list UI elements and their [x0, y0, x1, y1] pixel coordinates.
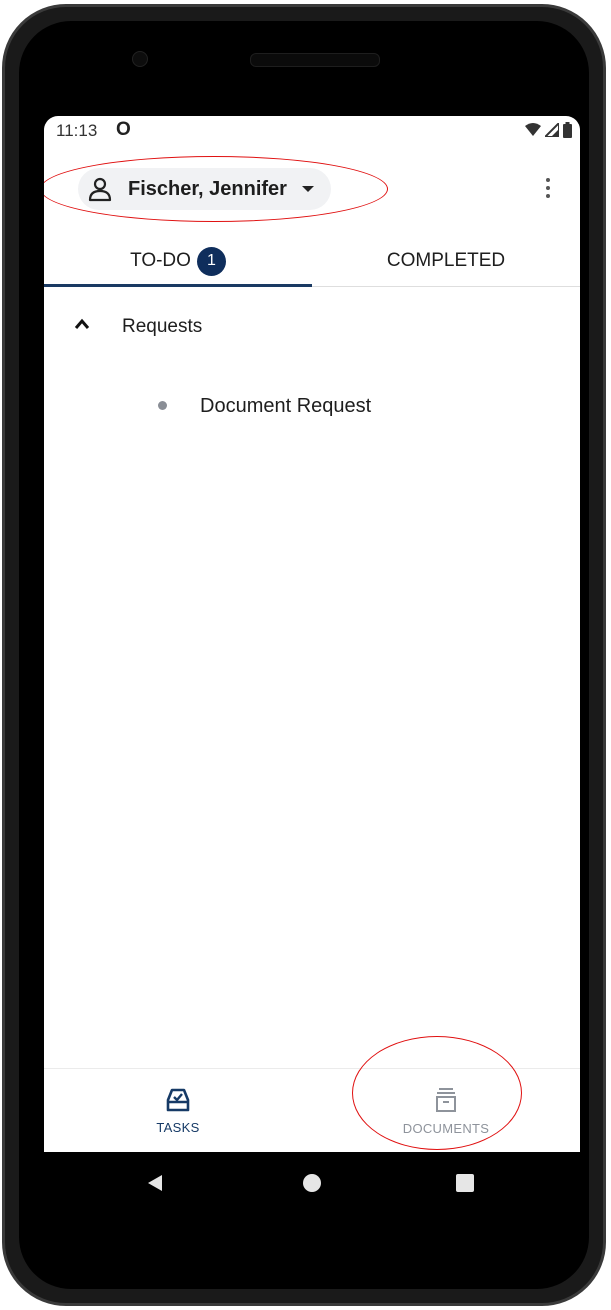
- inbox-check-icon: [166, 1088, 190, 1111]
- signal-icon: [545, 123, 559, 137]
- status-notification-indicator: O: [116, 119, 131, 140]
- annotation-ellipse-account: [44, 156, 388, 222]
- status-time: 11:13: [56, 121, 98, 140]
- tab-todo-label: TO-DO: [130, 250, 191, 271]
- home-icon[interactable]: [303, 1174, 321, 1192]
- status-bar: 11:13 O: [44, 116, 580, 146]
- android-nav-bar: [44, 1152, 580, 1216]
- back-icon[interactable]: [147, 1174, 163, 1192]
- list-item-label: Document Request: [200, 395, 372, 417]
- tab-completed-label: COMPLETED: [386, 250, 506, 271]
- requests-section-header[interactable]: Requests: [44, 306, 580, 350]
- app-screen: 11:13 O Fischer, Jennifer TO-DO 1 COMPLE…: [44, 116, 580, 1152]
- wifi-icon: [525, 123, 541, 136]
- tab-todo[interactable]: TO-DO 1: [44, 236, 312, 286]
- recent-apps-icon[interactable]: [456, 1174, 474, 1192]
- nav-tasks[interactable]: TASKS: [44, 1069, 312, 1152]
- earpiece-speaker: [250, 53, 380, 67]
- status-icons: [525, 122, 572, 138]
- todo-count-badge: 1: [196, 246, 226, 276]
- nav-tasks-label: TASKS: [156, 1119, 200, 1135]
- list-item-document-request[interactable]: Document Request: [44, 386, 580, 430]
- tab-completed[interactable]: COMPLETED: [312, 236, 580, 286]
- more-vert-icon[interactable]: [536, 172, 560, 204]
- battery-icon: [563, 122, 572, 138]
- tab-bar: TO-DO 1 COMPLETED: [44, 236, 580, 287]
- section-title: Requests: [122, 316, 203, 337]
- annotation-ellipse-documents: [352, 1036, 522, 1150]
- front-camera: [132, 51, 148, 67]
- active-tab-indicator: [44, 284, 312, 287]
- chevron-up-icon: [74, 318, 90, 329]
- bullet-icon: [158, 401, 167, 410]
